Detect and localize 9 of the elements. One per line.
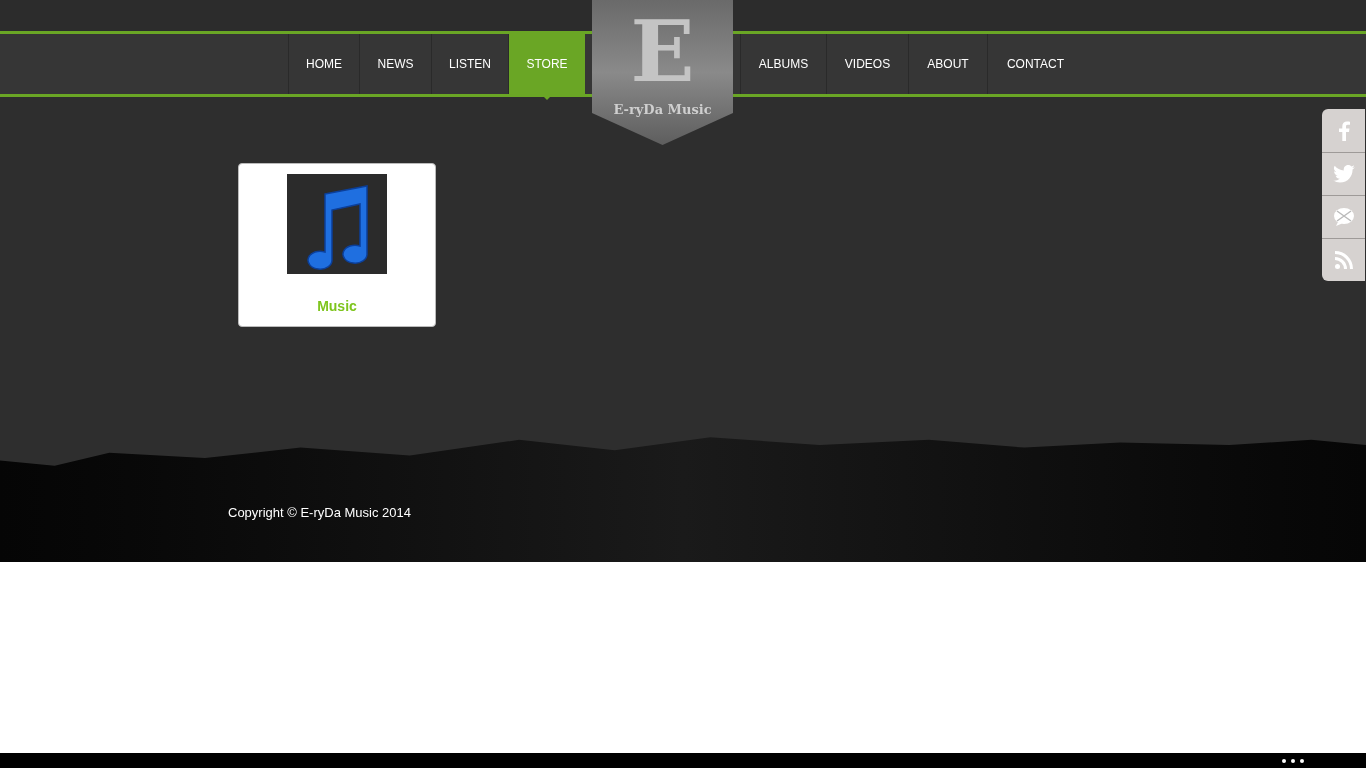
logo-letter: E <box>630 4 695 100</box>
rss-icon[interactable] <box>1334 251 1353 269</box>
copyright-text: Copyright © E-ryDa Music 2014 <box>228 503 411 522</box>
logo-name: E-ryDa Music <box>613 101 712 119</box>
more-icon[interactable] <box>1282 758 1304 763</box>
facebook-icon[interactable] <box>1337 120 1350 141</box>
bird-icon[interactable] <box>1332 165 1355 183</box>
music-note-icon <box>287 174 387 274</box>
mail-bubble-icon[interactable] <box>1332 207 1355 227</box>
